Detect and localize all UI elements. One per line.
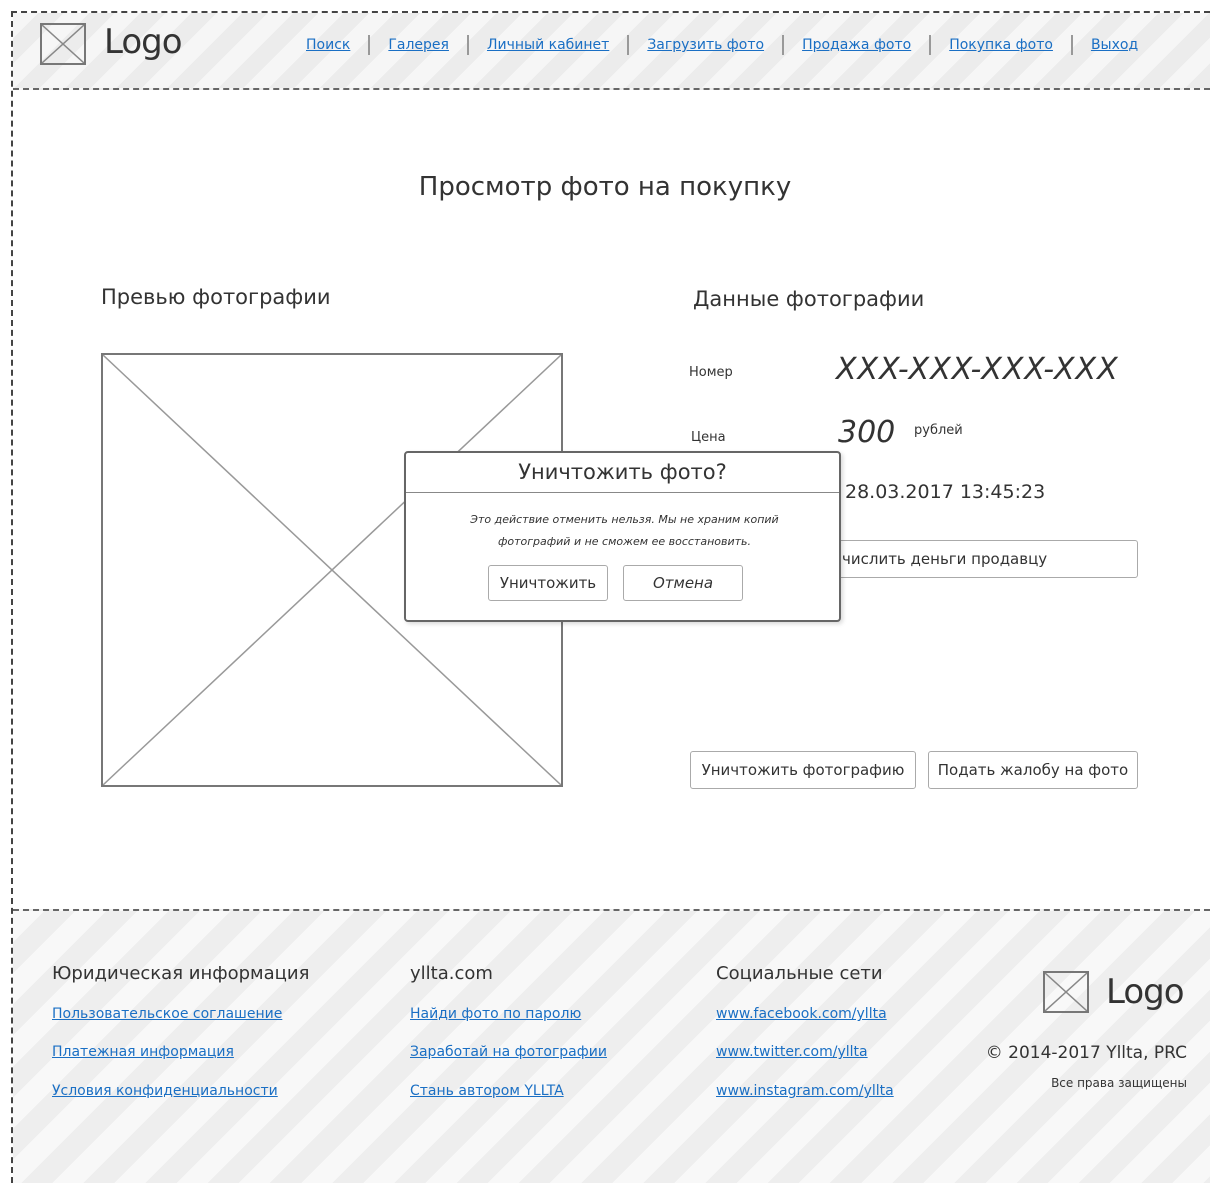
footer-link-instagram[interactable]: www.instagram.com/yllta <box>716 1083 894 1099</box>
dialog-message: Это действие отменить нельзя. Мы не хран… <box>446 509 803 553</box>
footer-link-facebook[interactable]: www.facebook.com/yllta <box>716 1006 887 1022</box>
number-label: Номер <box>689 365 733 380</box>
header-logo-text[interactable]: Logo <box>104 22 183 62</box>
image-placeholder-icon <box>1043 971 1089 1013</box>
dialog-message-line: Это действие отменить нельзя. Мы не хран… <box>470 513 779 526</box>
cancel-button[interactable]: Отмена <box>623 565 743 601</box>
price-label: Цена <box>691 430 726 445</box>
nav-gallery[interactable]: Галерея <box>388 37 449 53</box>
footer-link-twitter[interactable]: www.twitter.com/yllta <box>716 1044 868 1060</box>
nav-search[interactable]: Поиск <box>306 37 350 53</box>
date-value: 28.03.2017 13:45:23 <box>845 481 1046 503</box>
footer-link-privacy[interactable]: Условия конфиденциальности <box>52 1083 278 1099</box>
legal-heading: Юридическая информация <box>52 963 310 984</box>
rights-reserved: Все права защищены <box>1051 1076 1187 1090</box>
dialog-title: Уничтожить фото? <box>406 453 839 493</box>
footer-link-payment[interactable]: Платежная информация <box>52 1044 234 1060</box>
photo-data-heading: Данные фотографии <box>693 287 925 311</box>
image-placeholder-icon <box>40 23 86 65</box>
nav-sell[interactable]: Продажа фото <box>802 37 911 53</box>
nav-separator <box>466 35 469 55</box>
nav-separator <box>782 35 785 55</box>
footer-link-find-photo[interactable]: Найди фото по паролю <box>410 1006 581 1022</box>
dialog-message-line: фотографий и не сможем ее восстановить. <box>497 535 752 548</box>
nav-separator <box>368 35 371 55</box>
footer-logo-text: Logo <box>1106 972 1185 1012</box>
price-unit: рублей <box>914 423 963 438</box>
nav-separator <box>627 35 630 55</box>
nav-separator <box>929 35 932 55</box>
price-value: 300 <box>838 415 896 450</box>
nav-cabinet[interactable]: Личный кабинет <box>487 37 609 53</box>
complaint-button[interactable]: Подать жалобу на фото <box>928 751 1138 789</box>
page-title: Просмотр фото на покупку <box>418 172 792 202</box>
nav-buy[interactable]: Покупка фото <box>949 37 1053 53</box>
copyright: © 2014-2017 Yllta, PRC <box>985 1043 1187 1063</box>
social-heading: Социальные сети <box>716 963 883 984</box>
footer-link-earn[interactable]: Заработай на фотографии <box>410 1044 607 1060</box>
nav-upload[interactable]: Загрузить фото <box>647 37 764 53</box>
main-nav: Поиск Галерея Личный кабинет Загрузить ф… <box>306 35 1138 55</box>
number-value: XXX-XXX-XXX-XXX <box>836 352 1119 387</box>
site-heading: yllta.com <box>410 963 493 984</box>
footer-link-become-author[interactable]: Стань автором YLLTA <box>410 1083 564 1099</box>
nav-logout[interactable]: Выход <box>1091 37 1138 53</box>
nav-separator <box>1070 35 1073 55</box>
preview-heading: Превью фотографии <box>101 285 331 309</box>
header: Logo Поиск Галерея Личный кабинет Загруз… <box>13 13 1210 90</box>
destroy-confirm-dialog: Уничтожить фото? Это действие отменить н… <box>404 451 841 622</box>
confirm-destroy-button[interactable]: Уничтожить <box>488 565 608 601</box>
footer-link-terms[interactable]: Пользовательское соглашение <box>52 1006 282 1022</box>
destroy-photo-button[interactable]: Уничтожить фотографию <box>690 751 916 789</box>
